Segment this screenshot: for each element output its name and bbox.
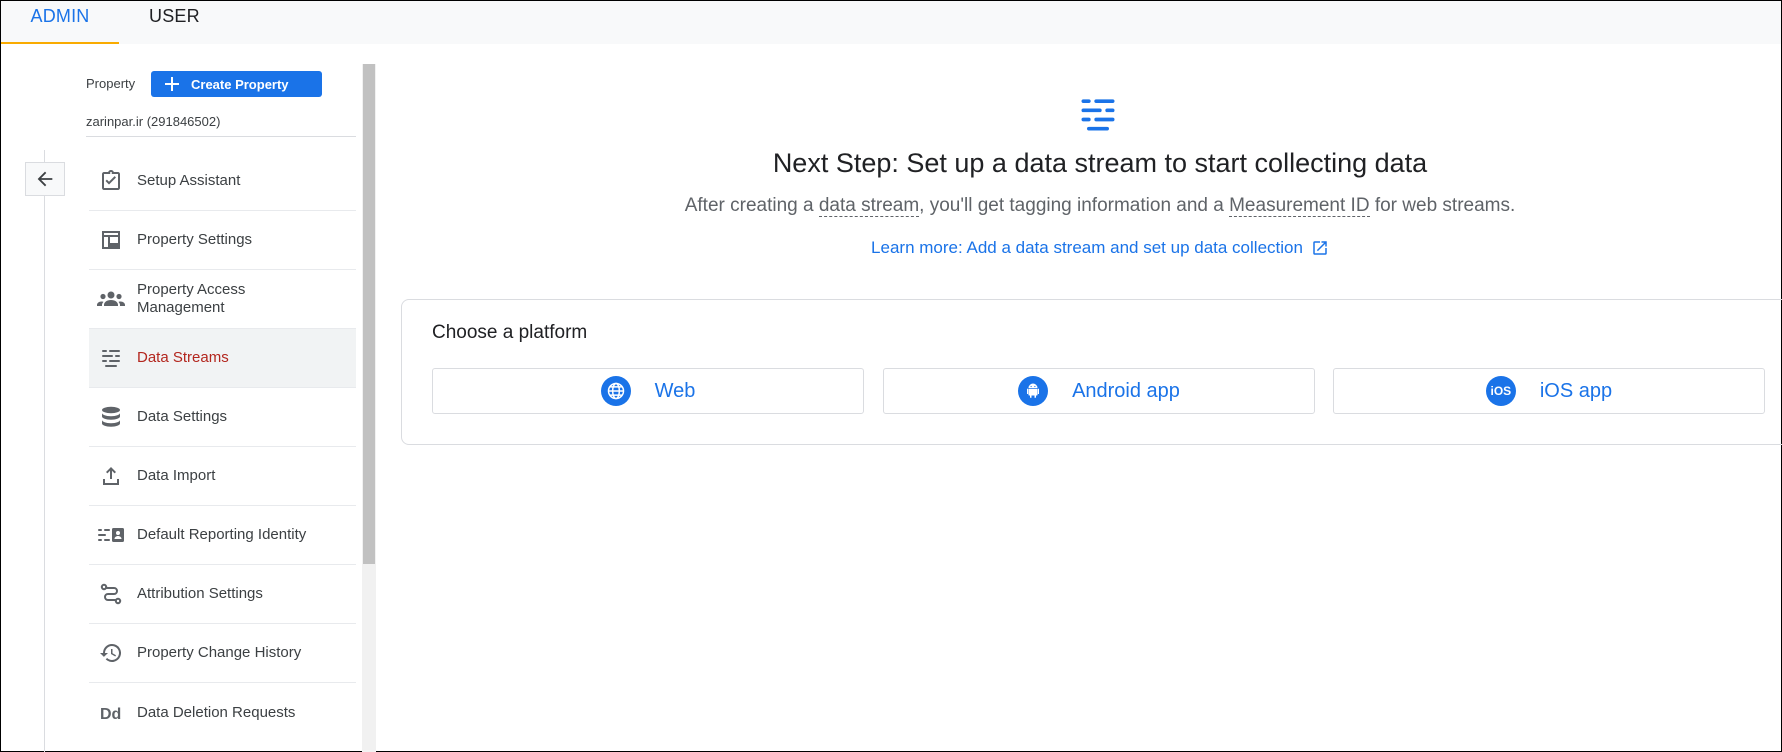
subline-text-end: for web streams.	[1369, 195, 1516, 216]
sidebar-item-label: Property Access Management	[137, 281, 246, 316]
sidebar-item-data-streams[interactable]: Data Streams	[89, 329, 356, 388]
property-divider	[86, 136, 356, 137]
sidebar-item-label: Setup Assistant	[137, 172, 241, 189]
tab-admin[interactable]: ADMIN	[1, 1, 119, 44]
page-headline: Next Step: Set up a data stream to start…	[772, 148, 1428, 178]
svg-text:Dd: Dd	[100, 706, 121, 723]
people-icon	[89, 287, 133, 311]
layout-icon	[89, 228, 133, 252]
ios-icon: iOS	[1485, 376, 1516, 406]
globe-icon	[600, 376, 631, 406]
sidebar-item-label: Property Change History	[137, 644, 302, 661]
platform-android-button[interactable]: Android app	[883, 368, 1315, 414]
sidebar-item-label: Data Settings	[137, 408, 228, 425]
platform-ios-label: iOS app	[1539, 379, 1613, 402]
sidebar-item-attribution-settings[interactable]: Attribution Settings	[89, 565, 356, 624]
subline-text-start: After creating a	[684, 195, 819, 216]
sidebar-item-label: Attribution Settings	[137, 585, 263, 602]
platform-web-label: Web	[654, 379, 696, 402]
platform-ios-button[interactable]: iOS iOS app	[1333, 368, 1765, 414]
sidebar-item-setup-assistant[interactable]: Setup Assistant	[89, 152, 356, 211]
data-streams-icon	[89, 346, 133, 370]
sidebar-item-data-settings[interactable]: Data Settings	[89, 388, 356, 447]
sidebar-item-default-reporting-identity[interactable]: Default Reporting Identity	[89, 506, 356, 565]
measurement-id-definition-link[interactable]: Measurement ID	[1229, 195, 1370, 217]
sidebar-item-label: Property Settings	[137, 231, 253, 248]
subline-text-middle: , you'll get tagging information and a	[919, 195, 1230, 216]
sidebar-scrollbar-thumb[interactable]	[363, 64, 375, 564]
android-icon	[1018, 376, 1049, 406]
data-stream-definition-link[interactable]: data stream	[818, 195, 920, 217]
platform-android-label: Android app	[1072, 379, 1180, 402]
learn-more-link[interactable]: Learn more: Add a data stream and set up…	[400, 238, 1782, 258]
choose-platform-title: Choose a platform	[432, 322, 588, 343]
sidebar-item-label: Data Import	[137, 467, 216, 484]
attribution-icon	[89, 582, 133, 606]
open-in-new-icon	[1313, 241, 1327, 255]
tab-user[interactable]: USER	[149, 1, 200, 44]
history-icon	[89, 641, 133, 665]
property-name[interactable]: zarinpar.ir (291846502)	[86, 114, 220, 129]
platform-web-button[interactable]: Web	[432, 368, 864, 414]
rail-line	[44, 150, 45, 752]
data-streams-hero-icon	[1076, 92, 1120, 141]
top-tab-bar: ADMIN USER	[1, 1, 1781, 44]
plus-icon	[165, 77, 179, 91]
back-button[interactable]	[25, 162, 65, 196]
upload-icon	[89, 464, 133, 488]
sidebar-item-label: Default Reporting Identity	[137, 526, 307, 543]
reporting-identity-icon	[89, 523, 133, 547]
sidebar-item-label: Data Deletion Requests	[137, 703, 296, 721]
sidebar-item-data-deletion-requests[interactable]: Dd Data Deletion Requests	[89, 683, 356, 742]
learn-more-label: Learn more: Add a data stream and set up…	[871, 238, 1303, 257]
property-label: Property	[86, 76, 136, 91]
admin-menu: Setup Assistant Property Settings Proper…	[89, 152, 356, 742]
sidebar-item-property-access-management[interactable]: Property Access Management	[89, 270, 356, 329]
sidebar-item-label: Data Streams	[137, 349, 229, 366]
sidebar-item-property-change-history[interactable]: Property Change History	[89, 624, 356, 683]
arrow-left-icon	[37, 171, 53, 187]
clipboard-check-icon	[89, 169, 133, 193]
dd-icon: Dd	[89, 701, 133, 725]
create-property-label: Create Property	[191, 76, 289, 92]
database-icon	[89, 405, 133, 429]
create-property-button[interactable]: Create Property	[151, 71, 322, 97]
page-subline: After creating a data stream, you'll get…	[400, 195, 1782, 217]
sidebar-item-property-settings[interactable]: Property Settings	[89, 211, 356, 270]
sidebar-item-data-import[interactable]: Data Import	[89, 447, 356, 506]
